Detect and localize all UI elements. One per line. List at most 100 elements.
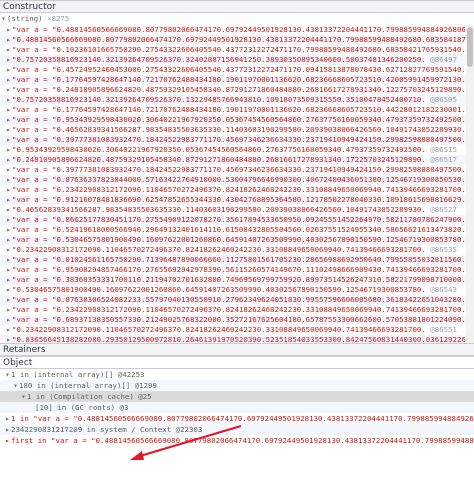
expand-arrow-icon[interactable]: ▸ [5, 285, 12, 295]
expand-arrow-icon[interactable]: ▾ [4, 369, 11, 380]
retainer-row[interactable]: [10] in (GC roots) @3 [0, 402, 474, 413]
expand-arrow-icon[interactable]: ▸ [5, 75, 12, 85]
string-row[interactable]: ▸"var a = "0.86625177830451170.275549091… [0, 215, 474, 225]
expand-arrow-icon[interactable]: ▸ [5, 225, 12, 235]
string-value: "0.24810905896624820.48759329105458340.8… [12, 155, 426, 164]
string-row[interactable]: ▸"var a = "0.17764597428647140.721707624… [0, 75, 474, 85]
expand-arrow-icon[interactable]: ▸ [5, 245, 12, 255]
string-row[interactable]: ▸"var a = "0.23422908312172090.110465702… [0, 185, 474, 195]
string-row[interactable]: ▸"var a = "0.10236101665750290.275433226… [0, 45, 474, 55]
retainer-row[interactable]: ▸2342290831217209 in system / Context @2… [0, 424, 474, 435]
string-row[interactable]: ▸"var a = "0.24810905896624820.487593291… [0, 85, 474, 95]
retainer-text: 1 in "var a = "0.48814560566669080.80779… [11, 414, 474, 423]
string-value: "var a = "0.23422908312172090.1104657027… [12, 185, 466, 194]
expand-arrow-icon[interactable]: ▸ [5, 255, 12, 265]
string-row[interactable]: ▸"var a = "0.38360353331700110.211947027… [0, 275, 474, 285]
expand-arrow-icon[interactable]: ▸ [5, 65, 12, 75]
expand-arrow-icon[interactable]: ▸ [5, 315, 12, 325]
retainers-header: Retainers [0, 343, 474, 356]
expand-arrow-icon[interactable]: ▸ [5, 325, 12, 335]
expand-arrow-icon[interactable]: ▸ [5, 335, 12, 343]
string-row[interactable]: ▸"0.53046575801900490.16097622001260860.… [0, 285, 474, 295]
expand-arrow-icon[interactable]: ▸ [5, 295, 12, 305]
string-row[interactable]: ▸"var a = "0.95343929598430020.306402219… [0, 115, 474, 125]
string-row[interactable]: ▸"var a = "0.45724952460453000.275433226… [0, 65, 474, 75]
expand-arrow-icon[interactable]: ▸ [5, 125, 12, 135]
string-row[interactable]: ▸"var a = "0.48814560566669080.807798020… [0, 25, 474, 35]
string-row[interactable]: ▸"var a = "0.39777381083932470.184245229… [0, 165, 474, 175]
string-row[interactable]: ▸"var a = "0.39777381083932470.184245229… [0, 135, 474, 145]
retainer-row[interactable]: ▾1 in (internal array)[] @42253 [0, 369, 474, 380]
expand-arrow-icon[interactable]: ▸ [5, 105, 12, 115]
string-group-label: (string) [7, 14, 43, 23]
string-row[interactable]: ▸"0.95343929598430020.30640221967920350.… [0, 145, 474, 155]
string-row[interactable]: ▸"var a = "0.53046575801900490.160976220… [0, 235, 474, 245]
string-row[interactable]: ▸"0.83656645138282080.29350129500972810.… [0, 335, 474, 343]
expand-arrow-icon[interactable]: ▸ [5, 265, 12, 275]
string-row[interactable]: ▸"0.46562839341566287.98354835503635330.… [0, 205, 474, 215]
expand-arrow-icon[interactable]: ▸ [5, 305, 12, 315]
expand-arrow-icon[interactable]: ▸ [5, 215, 12, 225]
expand-arrow-icon[interactable]: ▸ [5, 205, 12, 215]
expand-arrow-icon[interactable]: ▾ [20, 391, 27, 402]
string-value: "var a = "0.87638306524082233.5579704013… [12, 295, 466, 304]
string-row[interactable]: ▸"0.23422908312172090.11046570272496370.… [0, 325, 474, 335]
retainer-list: ▾1 in (internal array)[] @42253 ▾180 in (… [0, 369, 474, 446]
string-row[interactable]: ▸"var a = "0.87636337823844000.571634227… [0, 175, 474, 185]
string-row[interactable]: ▸"0.75720358816923140.32139264709526370.… [0, 55, 474, 65]
expand-arrow-icon[interactable]: ▸ [5, 155, 12, 165]
string-row[interactable]: ▸"var a = "0.95908294857466170.276556929… [0, 265, 474, 275]
expand-arrow-icon[interactable]: ▸ [5, 55, 12, 65]
retainer-row[interactable]: ▸1 in "var a = "0.48814560566669080.8077… [0, 413, 474, 424]
retainer-text: 2342290831217209 in system / Context @22… [11, 425, 203, 434]
expand-arrow-icon[interactable]: ▸ [5, 45, 12, 55]
retainer-text: first in "var a = "0.48814560566669080.8… [11, 436, 474, 445]
expand-arrow-icon[interactable]: ▸ [5, 235, 12, 245]
expand-arrow-icon[interactable]: ▸ [5, 115, 12, 125]
constructor-header: Constructor [0, 0, 474, 13]
scrollbar-thumb[interactable] [467, 27, 473, 67]
expand-arrow-icon[interactable]: ▸ [5, 35, 12, 45]
string-value: "var a = "0.01024561165750290.7139648789… [12, 255, 466, 264]
string-row[interactable]: ▸"var a = "0.68937138350557330.212490257… [0, 315, 474, 325]
string-value: "var a = "0.10236101665750290.2754332260… [12, 45, 466, 54]
string-list: ▸"var a = "0.48814560566669080.807798020… [0, 25, 474, 343]
string-row[interactable]: ▸"var a = "0.87638306524082233.557970401… [0, 295, 474, 305]
expand-arrow-icon[interactable]: ▾ [12, 380, 19, 391]
string-row[interactable]: ▸"0.23422908312172090.11046570272496370.… [0, 245, 474, 255]
string-row[interactable]: ▸"0.48814560566669080.80779802066474170.… [0, 35, 474, 45]
string-value: "0.48814560566669080.80779802066474170.6… [12, 35, 474, 44]
string-row[interactable]: ▸"var a = "0.23422908312172090.110465702… [0, 305, 474, 315]
expand-arrow-icon[interactable]: ▸ [5, 85, 12, 95]
expand-arrow-icon[interactable]: ▸ [4, 413, 11, 424]
expand-arrow-icon[interactable]: ▸ [5, 145, 12, 155]
string-row[interactable]: ▸"var a = "0.17764597428647140.721707624… [0, 105, 474, 115]
retainer-row[interactable]: ▾180 in (internal array)[] @1299 [0, 380, 474, 391]
string-row[interactable]: ▸"var a = "0.46562839341566287.983548355… [0, 125, 474, 135]
expand-arrow-icon[interactable]: ▸ [4, 435, 11, 446]
string-group-row[interactable]: ▾(string) ×8275 [0, 13, 474, 25]
string-value: "var a = "0.68937138350557330.2124902576… [12, 315, 466, 324]
string-row[interactable]: ▸"var a = "0.52419618000566940.296491324… [0, 225, 474, 235]
expand-arrow-icon[interactable]: ▸ [5, 135, 12, 145]
retainer-row[interactable]: ▾1 in (Compilation cache) @25 [0, 391, 474, 402]
string-row[interactable]: ▸"var a = "0.91216078481836690.625478526… [0, 195, 474, 205]
expand-arrow-icon[interactable]: ▸ [5, 25, 12, 35]
expand-arrow-icon[interactable]: ▾ [0, 13, 7, 25]
expand-arrow-icon[interactable]: ▸ [5, 185, 12, 195]
expand-arrow-icon[interactable]: ▸ [5, 95, 12, 105]
expand-arrow-icon[interactable]: ▸ [5, 275, 12, 285]
object-header: Object [0, 356, 474, 369]
retainer-row[interactable]: ▸first in "var a = "0.48814560566669080.… [0, 435, 474, 446]
string-row[interactable]: ▸"0.24810905896624820.48759329105458340.… [0, 155, 474, 165]
expand-arrow-icon[interactable]: ▸ [5, 175, 12, 185]
expand-arrow-icon[interactable]: ▸ [5, 165, 12, 175]
expand-arrow-icon[interactable]: ▸ [5, 195, 12, 205]
expand-arrow-icon[interactable]: ▸ [4, 424, 11, 435]
string-list-scrollbar[interactable] [466, 25, 474, 343]
string-value: "var a = "0.39777381083932470.1842452298… [12, 135, 466, 144]
string-value: "var a = "0.86625177830451170.2755490912… [12, 215, 466, 224]
string-value: "0.53046575801900490.16097622001260860.6… [12, 285, 426, 294]
string-row[interactable]: ▸"var a = "0.01024561165750290.713964878… [0, 255, 474, 265]
string-row[interactable]: ▸"0.75720358816923140.32139264709526370.… [0, 95, 474, 105]
